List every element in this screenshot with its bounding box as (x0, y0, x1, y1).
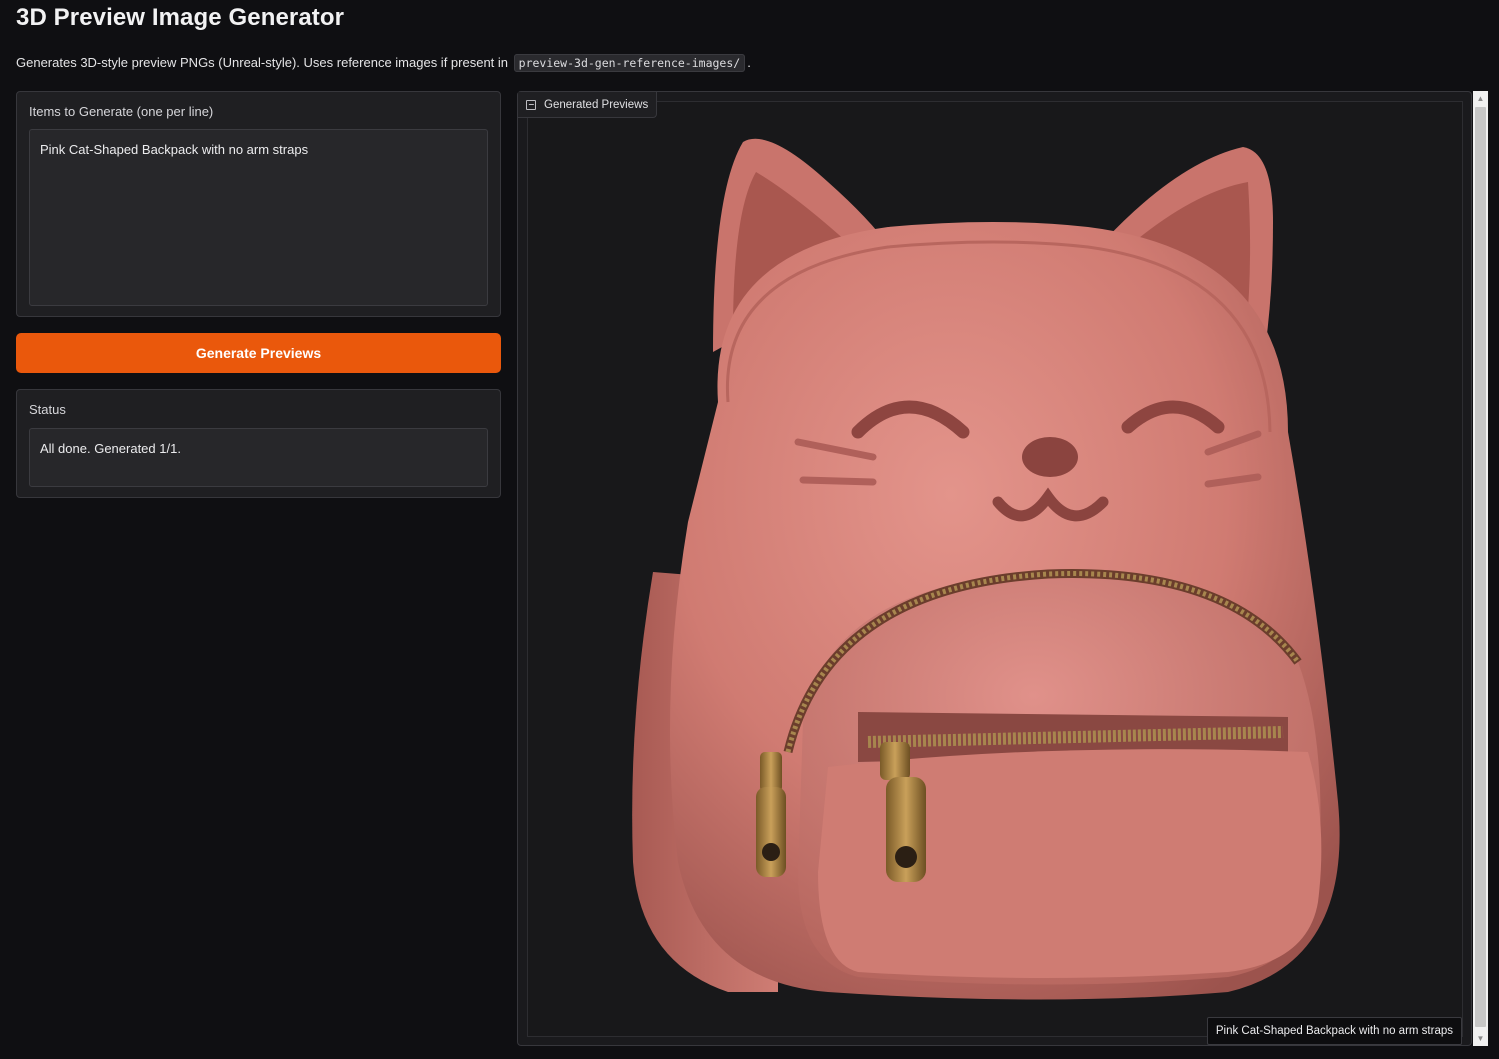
scroll-down-arrow-icon[interactable]: ▼ (1473, 1031, 1488, 1046)
gallery-tab: Generated Previews (518, 92, 658, 118)
cat-backpack-image (632, 138, 1340, 1000)
subtitle-text: Generates 3D-style preview PNGs (Unreal-… (16, 55, 509, 70)
items-label: Items to Generate (one per line) (29, 104, 214, 119)
whisker-left-2 (799, 476, 877, 486)
scroll-thumb[interactable] (1475, 107, 1486, 1027)
items-panel: Items to Generate (one per line) Pink Ca… (16, 91, 501, 317)
reference-folder-path: preview-3d-gen-reference-images/ (513, 54, 746, 72)
page-title: 3D Preview Image Generator (16, 4, 345, 31)
status-textbox[interactable]: All done. Generated 1/1. (29, 428, 488, 487)
scroll-up-arrow-icon[interactable]: ▲ (1473, 91, 1488, 106)
preview-image-frame[interactable] (527, 101, 1463, 1037)
scrollbar[interactable]: ▲ ▼ (1473, 91, 1488, 1046)
page-subtitle: Generates 3D-style preview PNGs (Unreal-… (16, 54, 751, 72)
zipper-pull-left (756, 752, 786, 877)
preview-caption: Pink Cat-Shaped Backpack with no arm str… (1206, 1017, 1462, 1045)
status-label: Status (29, 402, 66, 417)
gallery-tab-label: Generated Previews (544, 98, 649, 111)
status-panel: Status All done. Generated 1/1. (16, 389, 501, 498)
image-icon (526, 99, 536, 110)
gallery-panel: Generated Previews Pink Cat-Shaped Backp… (517, 91, 1472, 1046)
nose (1022, 437, 1078, 477)
subtitle-suffix: . (747, 55, 751, 70)
generate-previews-button[interactable]: Generate Previews (16, 333, 501, 373)
items-textarea[interactable]: Pink Cat-Shaped Backpack with no arm str… (29, 129, 488, 306)
